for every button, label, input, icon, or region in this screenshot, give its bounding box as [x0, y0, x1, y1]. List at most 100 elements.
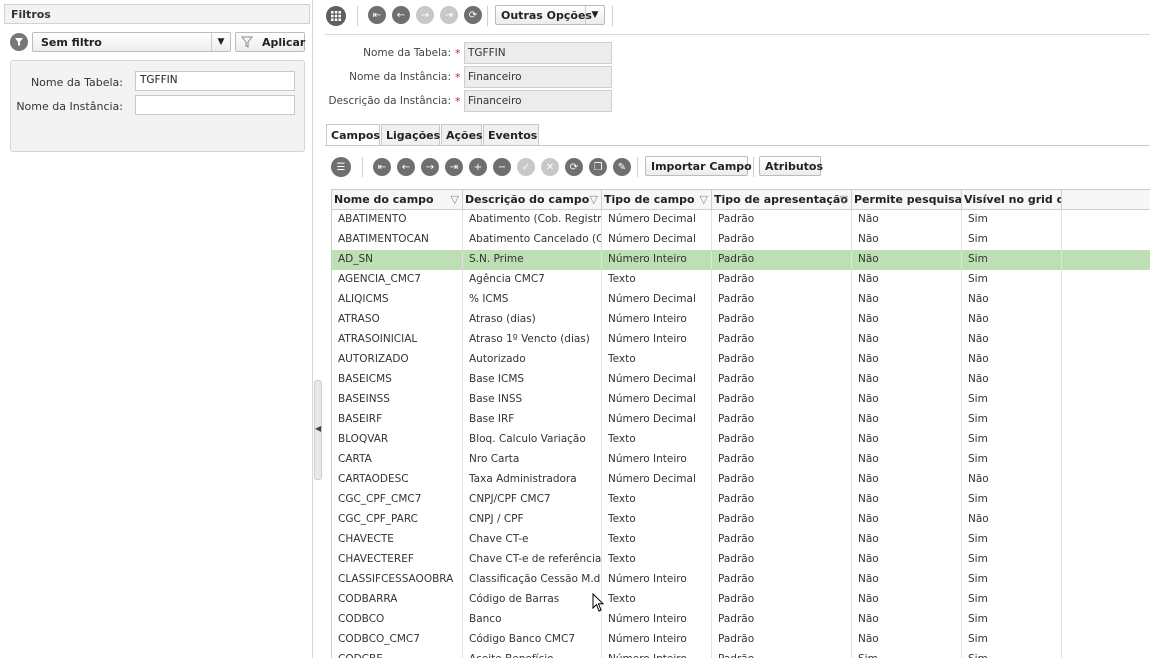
table-row[interactable]: CLASSIFCESSAOOBRA Classificação Cessão M.… [332, 570, 1150, 590]
attach-icon[interactable]: ✎ [613, 158, 631, 176]
table-cell: Padrão [712, 510, 852, 530]
table-row[interactable]: ABATIMENTOAbatimento (Cob. Registrada)Nú… [332, 210, 1150, 230]
table-row[interactable]: CGC_CPF_CMC7 CNPJ/CPF CMC7 Texto Padrão Não S… [332, 490, 1150, 510]
tab-ligacoes[interactable]: Ligações [381, 124, 440, 145]
filters-panel-header: Filtros [4, 4, 310, 24]
more-options-button[interactable]: Outras Opções ▼ [495, 5, 605, 25]
table-row[interactable]: BASEINSS Base INSS Número Decimal Padrão Não… [332, 390, 1150, 410]
column-filter-icon[interactable]: ▽ [451, 193, 459, 206]
table-row[interactable]: CARTA Nro Carta Número Inteiro Padrão Não Sim [332, 450, 1150, 470]
column-header[interactable]: Permite pesquisa? [852, 190, 962, 210]
tab-campos[interactable]: Campos [326, 124, 380, 146]
table-cell: Número Decimal [602, 370, 712, 390]
table-cell: Autorizado [463, 350, 602, 370]
filter-instance-name-input[interactable] [135, 95, 295, 115]
collapse-arrow-icon[interactable]: ◀ [315, 424, 321, 433]
column-filter-icon[interactable]: ▽ [840, 193, 848, 206]
table-cell-empty [1062, 450, 1150, 470]
panel-splitter[interactable]: ◀ [314, 380, 322, 480]
column-filter-icon[interactable]: ▽ [590, 193, 598, 206]
table-cell: Não [962, 470, 1062, 490]
table-row[interactable]: AD_SN S.N. Prime Número Inteiro Padrão Não Si… [332, 250, 1150, 270]
table-row[interactable]: CGC_CPF_PARC CNPJ / CPF Texto Padrão Não Não [332, 510, 1150, 530]
remove-icon[interactable]: − [493, 158, 511, 176]
table-cell: Padrão [712, 570, 852, 590]
table-row[interactable]: CARTAODESC Taxa Administradora Número Deci… [332, 470, 1150, 490]
table-row[interactable]: ABATIMENTOCANAbatimento Cancelado (Cob.N… [332, 230, 1150, 250]
table-cell: Padrão [712, 550, 852, 570]
import-field-button[interactable]: Importar Campo [645, 156, 752, 176]
table-row[interactable]: CODBCO_CMC7 Código Banco CMC7 Número Intei… [332, 630, 1150, 650]
table-cell: CNPJ/CPF CMC7 [463, 490, 602, 510]
attributes-button[interactable]: Atributos [759, 156, 823, 176]
table-row[interactable]: CHAVECTEREF Chave CT-e de referência Texto… [332, 550, 1150, 570]
copy-icon[interactable]: ❐ [589, 158, 607, 176]
table-row[interactable]: ATRASOINICIAL Atraso 1º Vencto (dias) Núme… [332, 330, 1150, 350]
table-cell: Sim [962, 490, 1062, 510]
chevron-down-icon[interactable]: ▼ [211, 33, 230, 51]
column-header[interactable]: Nome do campo ▽ [332, 190, 463, 210]
table-row[interactable]: CODCBEAceite BenefícioNúmero InteiroPadr… [332, 650, 1150, 658]
table-cell: BASEICMS [332, 370, 463, 390]
table-cell-empty [1062, 250, 1150, 270]
table-row[interactable]: ALIQICMS% ICMS Número Decimal Padrão Não Não [332, 290, 1150, 310]
cancel-icon[interactable]: ✕ [541, 158, 559, 176]
table-cell: Base IRF [463, 410, 602, 430]
instance-name-field[interactable]: Financeiro [464, 66, 612, 88]
column-filter-icon[interactable]: ▽ [700, 193, 708, 206]
table-row[interactable]: BASEIRF Base IRF Número Decimal Padrão Não Si… [332, 410, 1150, 430]
table-cell: Não [852, 210, 962, 230]
table-row[interactable]: ATRASO Atraso (dias) Número Inteiro Padrão N… [332, 310, 1150, 330]
table-cell: Não [852, 510, 962, 530]
filter-table-name-input[interactable]: TGFFIN [135, 71, 295, 91]
grid-refresh-icon[interactable]: ⟳ [565, 158, 583, 176]
confirm-icon[interactable]: ✓ [517, 158, 535, 176]
table-cell: S.N. Prime [463, 250, 602, 270]
grid-menu-icon[interactable] [326, 6, 346, 26]
table-cell: Não [852, 450, 962, 470]
table-cell: % ICMS [463, 290, 602, 310]
tab-eventos[interactable]: Eventos [483, 124, 539, 145]
instance-description-field[interactable]: Financeiro [464, 90, 612, 112]
table-cell: AD_SN [332, 250, 463, 270]
first-record-icon[interactable]: ⇤ [368, 6, 386, 24]
table-cell: CGC_CPF_CMC7 [332, 490, 463, 510]
column-header[interactable]: Tipo de campo ▽ [602, 190, 712, 210]
apply-filter-button[interactable]: Aplicar [235, 32, 305, 52]
table-row[interactable]: AGENCIA_CMC7 Agência CMC7 Texto Padrão Não Si… [332, 270, 1150, 290]
table-row[interactable]: CODBCO Banco Número Inteiro Padrão Não Sim [332, 610, 1150, 630]
table-row[interactable]: AUTORIZADO Autorizado Texto Padrão Não Não [332, 350, 1150, 370]
column-header[interactable]: Visível no grid de [962, 190, 1062, 210]
filters-title: Filtros [11, 8, 51, 21]
table-row[interactable]: BLOQVAR Bloq. Calculo Variação Texto Padrão… [332, 430, 1150, 450]
grid-options-icon[interactable]: ☰ [331, 157, 351, 177]
table-row[interactable]: CODBARRA Código de Barras Texto Padrão Não Si… [332, 590, 1150, 610]
table-cell: Não [962, 310, 1062, 330]
grid-last-icon[interactable]: ⇥ [445, 158, 463, 176]
table-cell: ATRASO [332, 310, 463, 330]
column-header[interactable]: Tipo de apresentação ▽ [712, 190, 852, 210]
table-row[interactable]: BASEICMS Base ICMS Número Decimal Padrão Não… [332, 370, 1150, 390]
add-icon[interactable]: + [469, 158, 487, 176]
table-cell: Não [852, 350, 962, 370]
grid-first-icon[interactable]: ⇤ [373, 158, 391, 176]
table-cell-empty [1062, 510, 1150, 530]
filter-select[interactable]: Sem filtro ▼ [32, 32, 231, 52]
last-record-icon[interactable]: ⇥ [440, 6, 458, 24]
tab-acoes[interactable]: Ações [441, 124, 483, 145]
filter-funnel-icon[interactable] [10, 33, 28, 51]
table-cell: Texto [602, 590, 712, 610]
next-record-icon[interactable]: → [416, 6, 434, 24]
refresh-icon[interactable]: ⟳ [464, 6, 482, 24]
chevron-down-icon[interactable]: ▼ [585, 6, 604, 24]
grid-next-icon[interactable]: → [421, 158, 439, 176]
table-cell: Não [852, 310, 962, 330]
table-cell: Número Inteiro [602, 570, 712, 590]
grid-previous-icon[interactable]: ← [397, 158, 415, 176]
column-header[interactable]: Descrição do campo ▽ [463, 190, 602, 210]
table-name-field[interactable]: TGFFIN [464, 42, 612, 64]
table-cell: Nro Carta [463, 450, 602, 470]
table-cell: Número Inteiro [602, 330, 712, 350]
previous-record-icon[interactable]: ← [392, 6, 410, 24]
table-row[interactable]: CHAVECTE Chave CT-e Texto Padrão Não Sim [332, 530, 1150, 550]
